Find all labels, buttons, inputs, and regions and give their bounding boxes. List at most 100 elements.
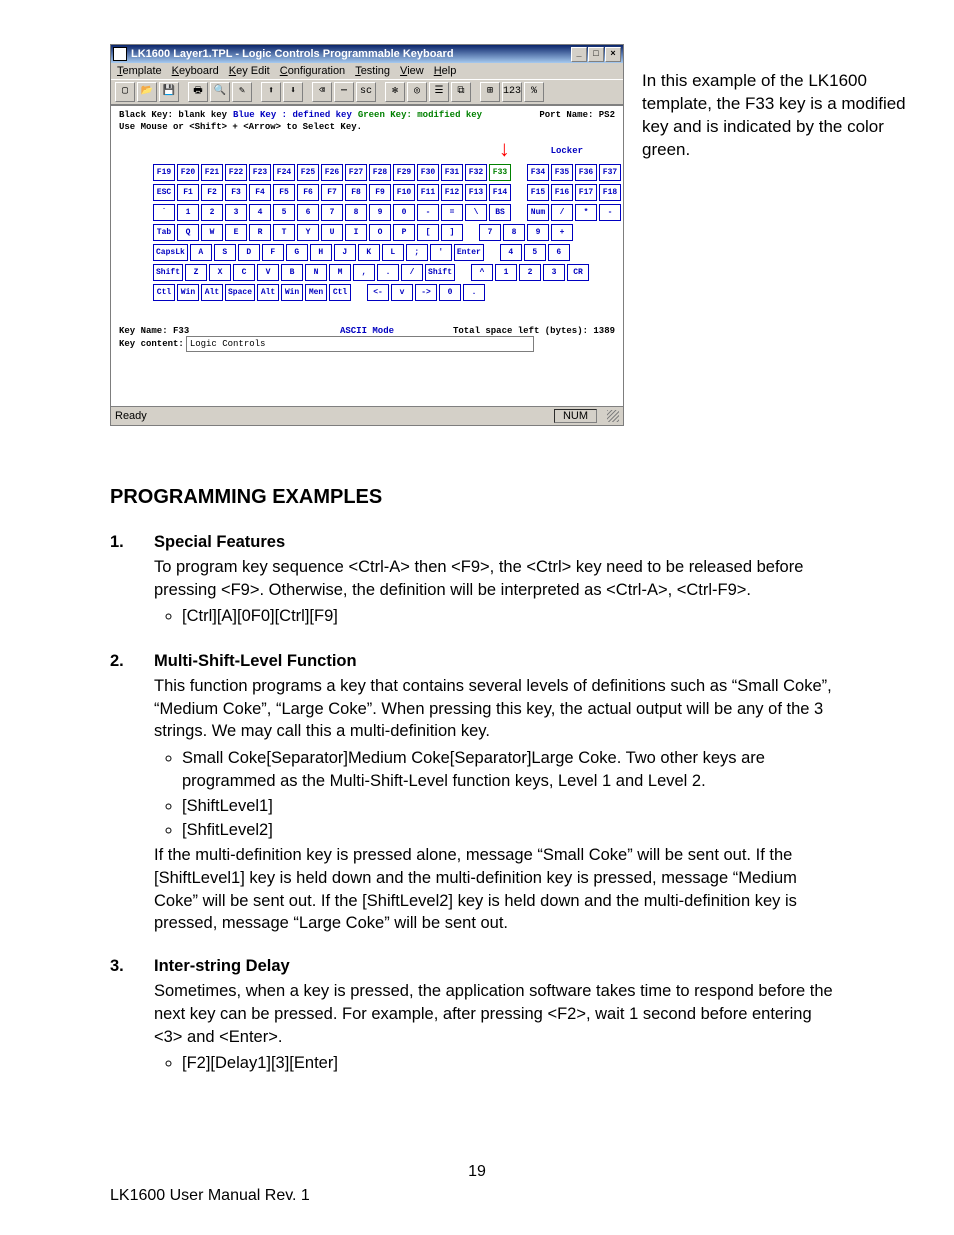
key-f28[interactable]: F28 — [369, 164, 391, 181]
key-d[interactable]: D — [238, 244, 260, 261]
key-f36[interactable]: F36 — [575, 164, 597, 181]
key-f20[interactable]: F20 — [177, 164, 199, 181]
key-space[interactable]: Space — [225, 284, 255, 301]
key-f11[interactable]: F11 — [417, 184, 439, 201]
key-9[interactable]: 9 — [369, 204, 391, 221]
key-f31[interactable]: F31 — [441, 164, 463, 181]
key-->[interactable]: -> — [415, 284, 437, 301]
menu-help[interactable]: Help — [434, 65, 457, 77]
key-x[interactable]: X — [209, 264, 231, 281]
edit-icon[interactable]: ⋯ — [334, 82, 354, 102]
tree-icon[interactable]: ⧉ — [451, 82, 471, 102]
key-f[interactable]: F — [262, 244, 284, 261]
key-h[interactable]: H — [310, 244, 332, 261]
key-[[interactable]: [ — [417, 224, 439, 241]
key-n[interactable]: N — [305, 264, 327, 281]
key-`[interactable]: ` — [153, 204, 175, 221]
key-alt[interactable]: Alt — [201, 284, 223, 301]
minimize-button[interactable]: _ — [571, 47, 587, 62]
key-f32[interactable]: F32 — [465, 164, 487, 181]
key-ctl[interactable]: Ctl — [329, 284, 351, 301]
key-f10[interactable]: F10 — [393, 184, 415, 201]
key-2[interactable]: 2 — [519, 264, 541, 281]
key-f23[interactable]: F23 — [249, 164, 271, 181]
key-l[interactable]: L — [382, 244, 404, 261]
key-f9[interactable]: F9 — [369, 184, 391, 201]
key-capslk[interactable]: CapsLk — [153, 244, 188, 261]
key-8[interactable]: 8 — [503, 224, 525, 241]
menu-key-edit[interactable]: Key Edit — [229, 65, 270, 77]
key-b[interactable]: B — [281, 264, 303, 281]
key-f35[interactable]: F35 — [551, 164, 573, 181]
key-f19[interactable]: F19 — [153, 164, 175, 181]
key-ctl[interactable]: Ctl — [153, 284, 175, 301]
percent-icon[interactable]: % — [524, 82, 544, 102]
key-6[interactable]: 6 — [297, 204, 319, 221]
key-f4[interactable]: F4 — [249, 184, 271, 201]
key-o[interactable]: O — [369, 224, 391, 241]
titlebar[interactable]: LK1600 Layer1.TPL - Logic Controls Progr… — [111, 45, 623, 63]
key-\[interactable]: \ — [465, 204, 487, 221]
key-i[interactable]: I — [345, 224, 367, 241]
key-f15[interactable]: F15 — [527, 184, 549, 201]
key-f13[interactable]: F13 — [465, 184, 487, 201]
num-icon[interactable]: 123 — [502, 82, 522, 102]
key-f26[interactable]: F26 — [321, 164, 343, 181]
key-3[interactable]: 3 — [543, 264, 565, 281]
menu-keyboard[interactable]: Keyboard — [172, 65, 219, 77]
key-z[interactable]: Z — [185, 264, 207, 281]
key-r[interactable]: R — [249, 224, 271, 241]
key-/[interactable]: / — [551, 204, 573, 221]
key-f18[interactable]: F18 — [599, 184, 621, 201]
key-f34[interactable]: F34 — [527, 164, 549, 181]
key-f25[interactable]: F25 — [297, 164, 319, 181]
key-6[interactable]: 6 — [548, 244, 570, 261]
key-/[interactable]: / — [401, 264, 423, 281]
key-e[interactable]: E — [225, 224, 247, 241]
key-j[interactable]: J — [334, 244, 356, 261]
key-bs[interactable]: BS — [489, 204, 511, 221]
globe-icon[interactable]: ◎ — [407, 82, 427, 102]
key-f14[interactable]: F14 — [489, 184, 511, 201]
key-f12[interactable]: F12 — [441, 184, 463, 201]
key-1[interactable]: 1 — [495, 264, 517, 281]
key-.[interactable]: . — [377, 264, 399, 281]
key-f21[interactable]: F21 — [201, 164, 223, 181]
new-icon[interactable]: ▢ — [115, 82, 135, 102]
key-men[interactable]: Men — [305, 284, 327, 301]
key-win[interactable]: Win — [281, 284, 303, 301]
key-f3[interactable]: F3 — [225, 184, 247, 201]
key-f33[interactable]: F33 — [489, 164, 511, 181]
print-icon[interactable]: 🖶 — [188, 82, 208, 102]
key-q[interactable]: Q — [177, 224, 199, 241]
key-c[interactable]: C — [233, 264, 255, 281]
key-f17[interactable]: F17 — [575, 184, 597, 201]
menu-view[interactable]: View — [400, 65, 424, 77]
key-2[interactable]: 2 — [201, 204, 223, 221]
key-8[interactable]: 8 — [345, 204, 367, 221]
preview-icon[interactable]: 🔍 — [210, 82, 230, 102]
key-v[interactable]: v — [391, 284, 413, 301]
close-button[interactable]: × — [605, 47, 621, 62]
key-5[interactable]: 5 — [524, 244, 546, 261]
key-^[interactable]: ^ — [471, 264, 493, 281]
key-7[interactable]: 7 — [321, 204, 343, 221]
key--[interactable]: - — [417, 204, 439, 221]
key-f24[interactable]: F24 — [273, 164, 295, 181]
key-9[interactable]: 9 — [527, 224, 549, 241]
key-4[interactable]: 4 — [249, 204, 271, 221]
key-num[interactable]: Num — [527, 204, 549, 221]
key-f1[interactable]: F1 — [177, 184, 199, 201]
key-win[interactable]: Win — [177, 284, 199, 301]
key-shift[interactable]: Shift — [425, 264, 455, 281]
download-icon[interactable]: ⬇ — [283, 82, 303, 102]
key-f30[interactable]: F30 — [417, 164, 439, 181]
key-u[interactable]: U — [321, 224, 343, 241]
menu-template[interactable]: Template — [117, 65, 162, 77]
key-0[interactable]: 0 — [439, 284, 461, 301]
key-f7[interactable]: F7 — [321, 184, 343, 201]
menu-configuration[interactable]: Configuration — [280, 65, 345, 77]
key-f5[interactable]: F5 — [273, 184, 295, 201]
key-t[interactable]: T — [273, 224, 295, 241]
tool-icon[interactable]: ✎ — [232, 82, 252, 102]
